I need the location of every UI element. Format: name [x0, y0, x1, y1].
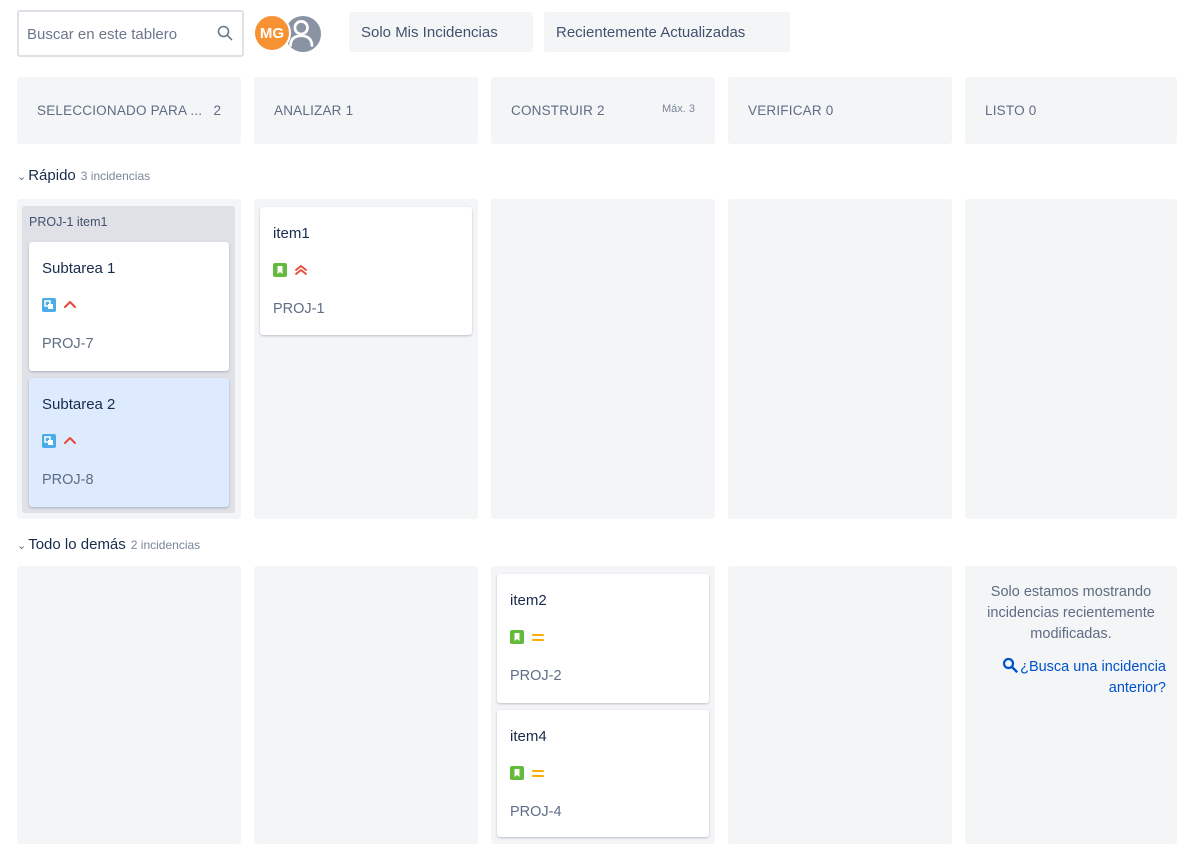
swimlane-issue-count: 2 incidencias [130, 538, 201, 552]
board-cell [965, 199, 1177, 519]
card-icons [273, 262, 308, 278]
avatar-initials: MG [259, 24, 285, 42]
board-cell [17, 566, 241, 844]
card-summary: item4 [510, 728, 547, 745]
parent-issue-label: PROJ-1 item1 [29, 215, 108, 229]
card-key[interactable]: PROJ-2 [510, 668, 562, 684]
card-key[interactable]: PROJ-4 [510, 804, 562, 820]
issue-card-proj-1[interactable]: item1 PROJ-1 [260, 207, 472, 335]
board-search[interactable] [17, 10, 244, 57]
user-avatar[interactable]: MG [253, 14, 291, 52]
story-icon [510, 766, 524, 780]
column-count: 0 [1028, 103, 1037, 118]
card-summary: Subtarea 2 [42, 396, 116, 413]
column-count: 1 [345, 103, 354, 118]
swimlane-name: Rápido [28, 167, 76, 184]
swimlane-issue-count: 3 incidencias [80, 169, 151, 183]
medium-priority-icon [532, 770, 544, 777]
issue-card-proj-2[interactable]: item2 PROJ-2 [497, 574, 709, 703]
card-summary: item1 [273, 225, 310, 242]
medium-priority-icon [532, 634, 544, 641]
column-title: LISTO 0 [985, 103, 1037, 118]
card-key[interactable]: PROJ-8 [42, 472, 94, 488]
swimlane-name: Todo lo demás [28, 536, 126, 553]
column-header-done[interactable]: LISTO 0 [965, 77, 1177, 144]
board-cell [491, 199, 715, 519]
chevron-down-icon[interactable]: ⌄ [17, 539, 26, 552]
card-summary: item2 [510, 592, 547, 609]
column-count: 0 [825, 103, 834, 118]
search-input[interactable] [27, 24, 207, 44]
issue-card-proj-7[interactable]: Subtarea 1 PROJ-7 [29, 242, 229, 371]
column-count: 2 [213, 103, 221, 118]
card-icons [510, 765, 545, 781]
subtask-icon [42, 434, 56, 448]
message-text: Solo estamos mostrando incidencias recie… [987, 584, 1155, 642]
board-toolbar: MG Solo Mis Incidencias Recientemente Ac… [17, 10, 1177, 57]
quick-filter-my-issues[interactable]: Solo Mis Incidencias [349, 12, 533, 52]
link-text: ¿Busca una incidencia anterior? [1020, 659, 1166, 696]
high-priority-icon [64, 437, 76, 444]
column-header-selected[interactable]: SELECCIONADO PARA ... 2 [17, 77, 241, 144]
card-key[interactable]: PROJ-7 [42, 336, 94, 352]
column-title: SELECCIONADO PARA ... [37, 103, 203, 118]
story-icon [510, 630, 524, 644]
column-header-analyze[interactable]: ANALIZAR 1 [254, 77, 478, 144]
search-icon [1002, 657, 1018, 673]
card-icons [42, 433, 77, 449]
column-title: VERIFICAR 0 [748, 103, 834, 118]
story-icon [273, 263, 287, 277]
card-icons [510, 629, 545, 645]
search-older-issue-link[interactable]: ¿Busca una incidencia anterior? [976, 657, 1166, 699]
board-cell [728, 199, 952, 519]
search-icon[interactable] [216, 24, 234, 42]
column-title: CONSTRUIR 2 [511, 103, 605, 118]
quick-filter-recently-updated[interactable]: Recientemente Actualizadas [544, 12, 790, 52]
column-count: 2 [597, 103, 605, 118]
quick-filter-label: Solo Mis Incidencias [361, 23, 498, 41]
recent-issues-message: Solo estamos mostrando incidencias recie… [965, 582, 1177, 699]
column-header-verify[interactable]: VERIFICAR 0 [728, 77, 952, 144]
card-summary: Subtarea 1 [42, 260, 116, 277]
subtask-icon [42, 298, 56, 312]
card-icons [42, 297, 77, 313]
card-key[interactable]: PROJ-1 [273, 301, 325, 317]
high-priority-icon [64, 301, 76, 308]
quick-filter-label: Recientemente Actualizadas [556, 23, 746, 41]
issue-card-proj-8[interactable]: Subtarea 2 PROJ-8 [29, 378, 229, 507]
issue-card-proj-4[interactable]: item4 PROJ-4 [497, 710, 709, 837]
board-cell [254, 566, 478, 844]
column-max-limit: Máx. 3 [661, 103, 695, 115]
board-cell [728, 566, 952, 844]
chevron-down-icon[interactable]: ⌄ [17, 170, 26, 183]
swimlane-header-fast[interactable]: ⌄ Rápido 3 incidencias [17, 167, 150, 184]
swimlane-header-everything-else[interactable]: ⌄ Todo lo demás 2 incidencias [17, 536, 200, 553]
column-header-build[interactable]: CONSTRUIR 2 Máx. 3 [491, 77, 715, 144]
highest-priority-icon [295, 265, 307, 275]
column-title: ANALIZAR 1 [274, 103, 354, 118]
